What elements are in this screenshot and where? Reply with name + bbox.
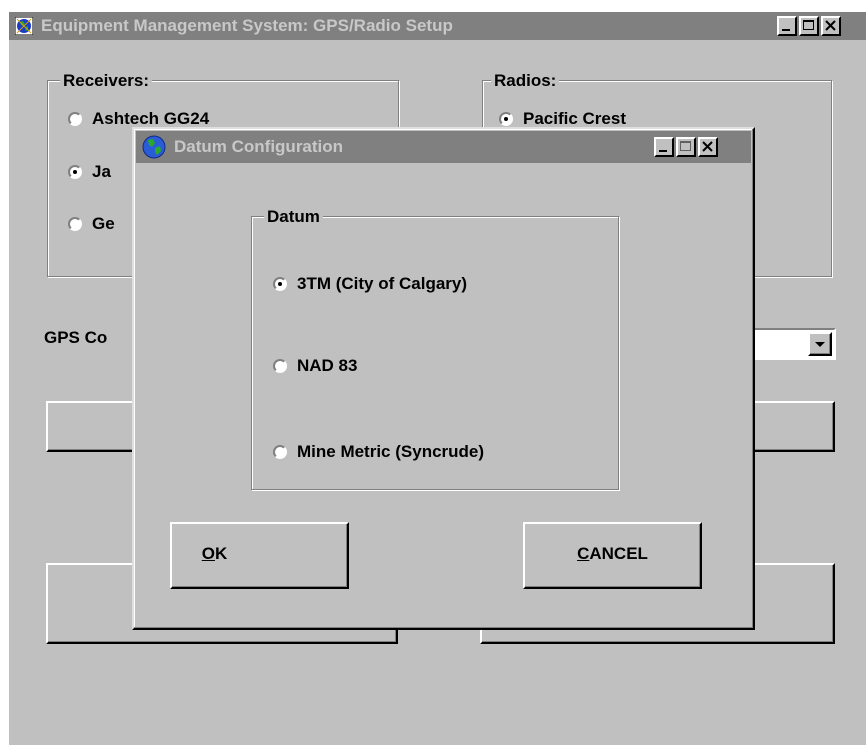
radio-button[interactable] [273, 277, 287, 291]
receiver-option-ge[interactable]: Ge [68, 214, 115, 234]
radios-legend: Radios: [491, 71, 560, 91]
dialog-title-bar[interactable]: Datum Configuration [136, 131, 751, 163]
radio-button[interactable] [273, 445, 287, 459]
cancel-button-label: CANCEL [577, 544, 648, 563]
minimize-button[interactable] [777, 16, 797, 36]
ok-button-label: OK [201, 544, 228, 563]
main-title-bar[interactable]: Equipment Management System: GPS/Radio S… [9, 12, 866, 40]
datum-legend: Datum [264, 207, 323, 227]
radio-label: Ge [92, 214, 115, 233]
dialog-close-button[interactable] [698, 137, 718, 157]
radio-button[interactable] [273, 359, 287, 373]
receiver-option-ashtech[interactable]: Ashtech GG24 [68, 109, 209, 129]
app-globe-icon [14, 16, 34, 36]
gps-config-dropdown[interactable] [744, 328, 836, 360]
main-window-title: Equipment Management System: GPS/Radio S… [41, 16, 453, 35]
globe-icon [142, 135, 166, 159]
close-button[interactable] [821, 16, 841, 36]
radio-button[interactable] [68, 165, 82, 179]
dialog-maximize-button[interactable] [676, 137, 696, 157]
ok-button[interactable]: OK [170, 522, 349, 589]
receiver-option-ja[interactable]: Ja [68, 162, 111, 182]
datum-dialog: Datum Configuration Datum 3TM (City of C… [132, 127, 755, 630]
cancel-button[interactable]: CANCEL [523, 522, 702, 589]
radio-button[interactable] [68, 112, 82, 126]
dialog-minimize-button[interactable] [654, 137, 674, 157]
radio-label: NAD 83 [297, 356, 358, 375]
gps-config-label: GPS Co [44, 328, 108, 347]
datum-option-mine-metric[interactable]: Mine Metric (Syncrude) [273, 442, 484, 462]
maximize-button[interactable] [799, 16, 819, 36]
radio-label: 3TM (City of Calgary) [297, 274, 468, 293]
radio-label: Ja [92, 162, 111, 181]
dialog-title: Datum Configuration [174, 137, 344, 156]
radio-button[interactable] [499, 112, 513, 126]
datum-option-nad83[interactable]: NAD 83 [273, 356, 357, 376]
radio-label: Pacific Crest [523, 109, 626, 128]
radio-option-pacific-crest[interactable]: Pacific Crest [499, 109, 626, 129]
radio-label: Ashtech GG24 [92, 109, 210, 128]
datum-option-3tm[interactable]: 3TM (City of Calgary) [273, 274, 467, 294]
radio-button[interactable] [68, 217, 82, 231]
receivers-legend: Receivers: [60, 71, 153, 91]
chevron-down-icon[interactable] [808, 332, 832, 356]
radio-label: Mine Metric (Syncrude) [297, 442, 485, 461]
